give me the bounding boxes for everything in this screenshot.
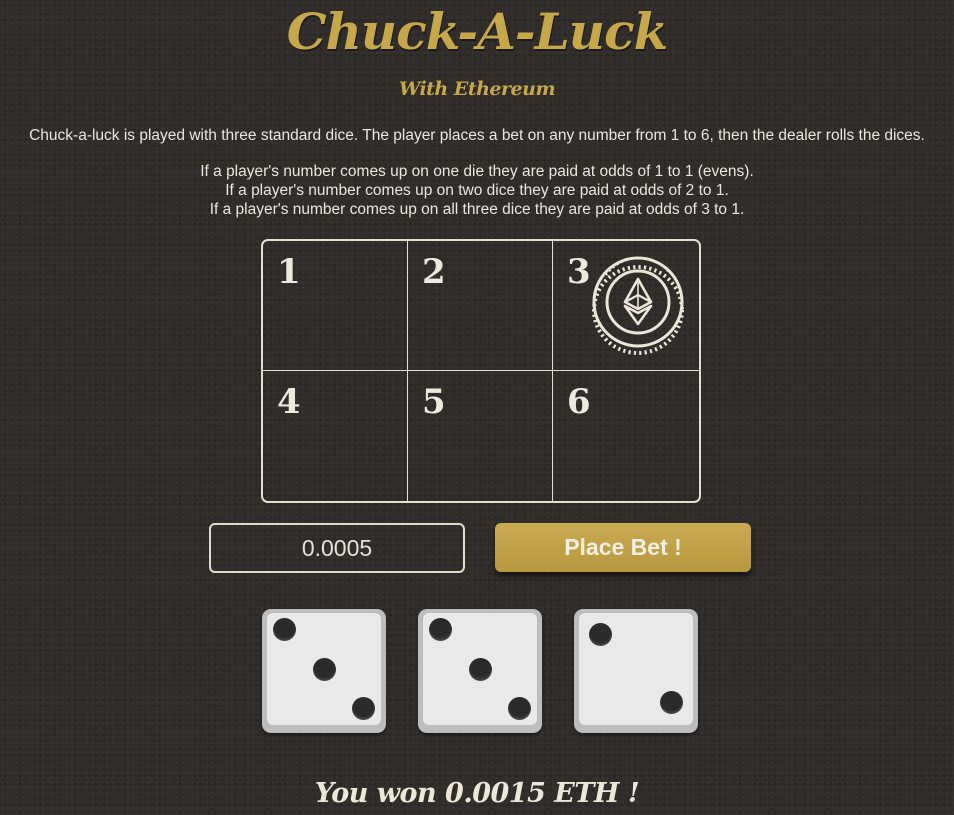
rules-list: If a player's number comes up on one die… xyxy=(0,162,954,219)
die-pip xyxy=(312,657,336,681)
die-face xyxy=(579,613,693,725)
page-subtitle: With Ethereum xyxy=(398,78,556,100)
result-message: You won 0.0015 ETH ! xyxy=(314,778,640,809)
die-pip xyxy=(468,657,492,681)
die-pip xyxy=(352,696,376,720)
rule-three-dice: If a player's number comes up on all thr… xyxy=(209,201,745,218)
cell-number: 6 xyxy=(567,382,591,422)
rule-two-dice: If a player's number comes up on two dic… xyxy=(225,182,729,199)
cell-number: 2 xyxy=(422,252,446,292)
betting-board: 1 2 3 4 5 6 xyxy=(261,239,701,503)
cell-number: 5 xyxy=(422,382,446,422)
rule-one-die: If a player's number comes up on one die… xyxy=(200,163,754,180)
cell-number: 3 xyxy=(567,252,591,292)
board-cell-4[interactable]: 4 xyxy=(263,371,408,501)
bet-amount-input[interactable] xyxy=(209,523,465,573)
board-cell-3[interactable]: 3 xyxy=(553,241,699,371)
die-3 xyxy=(574,609,698,733)
place-bet-button[interactable]: Place Bet ! xyxy=(495,523,751,572)
board-cell-1[interactable]: 1 xyxy=(263,241,408,371)
intro-text: Chuck-a-luck is played with three standa… xyxy=(29,127,925,144)
cell-number: 1 xyxy=(277,252,301,292)
die-pip xyxy=(659,691,683,715)
die-pip xyxy=(508,696,532,720)
die-face xyxy=(423,613,537,725)
die-face xyxy=(267,613,381,725)
board-cell-5[interactable]: 5 xyxy=(408,371,553,501)
die-pip xyxy=(428,618,452,642)
board-cell-6[interactable]: 6 xyxy=(553,371,699,501)
die-pip xyxy=(589,622,613,646)
die-1 xyxy=(262,609,386,733)
die-2 xyxy=(418,609,542,733)
board-cell-2[interactable]: 2 xyxy=(408,241,553,371)
die-pip xyxy=(272,618,296,642)
cell-number: 4 xyxy=(277,382,301,422)
ethereum-coin-icon xyxy=(592,256,684,355)
page-title: Chuck-A-Luck xyxy=(286,2,668,61)
